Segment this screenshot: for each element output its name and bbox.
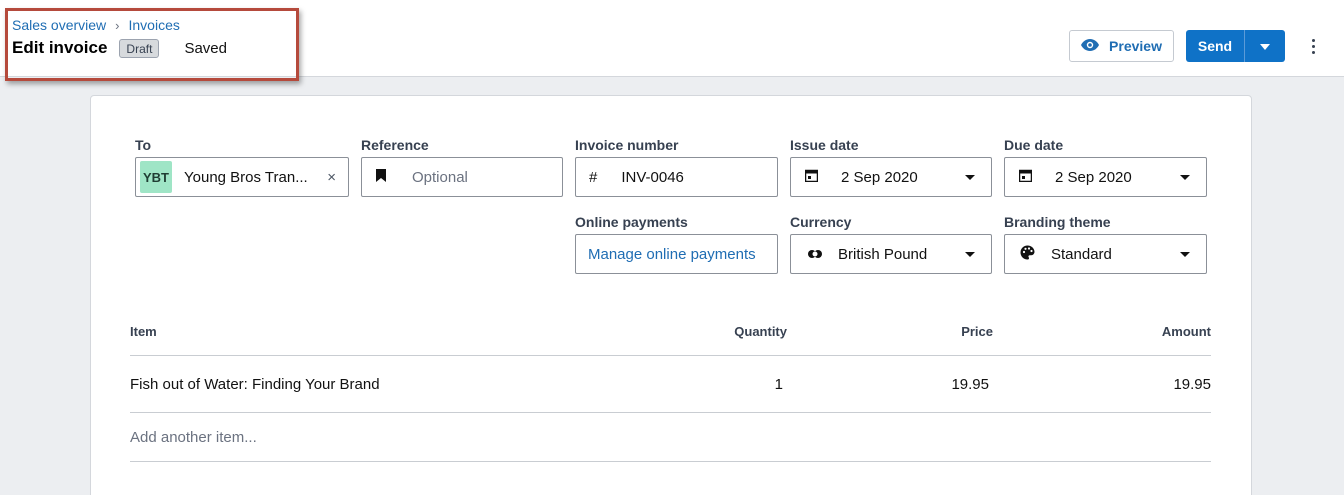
column-header-quantity: Quantity: [734, 324, 787, 339]
status-badge: Draft: [119, 38, 160, 58]
invoice-number-value: INV-0046: [621, 168, 684, 186]
page-title: Edit invoice: [12, 38, 108, 57]
reference-label: Reference: [361, 137, 429, 153]
column-header-amount: Amount: [1161, 324, 1211, 339]
contact-initials: YBT: [140, 161, 172, 193]
issue-date-picker[interactable]: 2 Sep 2020: [790, 157, 992, 197]
invoice-card: [90, 95, 1252, 495]
preview-button[interactable]: Preview: [1069, 30, 1174, 62]
add-item-input[interactable]: Add another item...: [130, 429, 257, 446]
currency-select[interactable]: British Pound: [790, 234, 992, 274]
chevron-down-icon: [965, 174, 975, 180]
hash-icon: #: [589, 168, 598, 186]
currency-value: British Pound: [838, 245, 928, 263]
due-date-label: Due date: [1004, 137, 1064, 153]
issue-date-value: 2 Sep 2020: [841, 168, 918, 186]
to-label: To: [135, 137, 152, 153]
reference-placeholder: Optional: [412, 168, 468, 186]
send-options-button[interactable]: [1245, 30, 1285, 62]
table-divider: [130, 461, 1211, 462]
issue-date-label: Issue date: [790, 137, 859, 153]
invoice-number-label: Invoice number: [575, 137, 679, 153]
line-item-description[interactable]: Fish out of Water: Finding Your Brand: [130, 376, 380, 393]
line-item-quantity[interactable]: 1: [775, 376, 783, 393]
more-vertical-icon[interactable]: [1303, 36, 1323, 56]
palette-icon: [1020, 245, 1035, 264]
branding-theme-value: Standard: [1051, 245, 1112, 263]
breadcrumb: Sales overview › Invoices: [12, 17, 180, 33]
reference-input[interactable]: Optional: [361, 157, 563, 197]
online-payments-label: Online payments: [575, 214, 688, 230]
manage-online-payments-link[interactable]: Manage online payments: [588, 246, 756, 263]
line-item-amount: 19.95: [1173, 376, 1211, 393]
page-header: Sales overview › Invoices Edit invoice D…: [0, 0, 1344, 77]
currency-label: Currency: [790, 214, 852, 230]
chevron-down-icon: [1260, 37, 1270, 55]
branding-theme-label: Branding theme: [1004, 214, 1111, 230]
eye-icon: [1081, 38, 1100, 54]
to-field[interactable]: YBT Young Bros Tran... ×: [135, 157, 349, 197]
preview-label: Preview: [1109, 38, 1162, 54]
send-button[interactable]: Send: [1186, 30, 1245, 62]
breadcrumb-sales-overview[interactable]: Sales overview: [12, 17, 106, 33]
breadcrumb-invoices[interactable]: Invoices: [129, 17, 180, 33]
due-date-value: 2 Sep 2020: [1055, 168, 1132, 186]
save-status: Saved: [184, 39, 227, 57]
breadcrumb-separator: ›: [115, 17, 120, 33]
close-icon[interactable]: ×: [327, 169, 336, 186]
line-item-price[interactable]: 19.95: [951, 376, 989, 393]
table-divider: [130, 412, 1211, 413]
column-header-price: Price: [961, 324, 993, 339]
branding-theme-select[interactable]: Standard: [1004, 234, 1207, 274]
currency-icon: [808, 246, 822, 263]
table-divider: [130, 355, 1211, 356]
due-date-picker[interactable]: 2 Sep 2020: [1004, 157, 1207, 197]
send-button-group: Send: [1186, 30, 1285, 62]
chevron-down-icon: [1180, 174, 1190, 180]
chevron-down-icon: [965, 251, 975, 257]
calendar-icon: [1018, 169, 1033, 186]
manage-online-payments-button[interactable]: Manage online payments: [575, 234, 778, 274]
chevron-down-icon: [1180, 251, 1190, 257]
bookmark-icon: [376, 168, 386, 186]
invoice-number-input[interactable]: # INV-0046: [575, 157, 778, 197]
to-contact-name: Young Bros Tran...: [184, 168, 308, 186]
column-header-item: Item: [130, 324, 157, 339]
calendar-icon: [804, 169, 819, 186]
